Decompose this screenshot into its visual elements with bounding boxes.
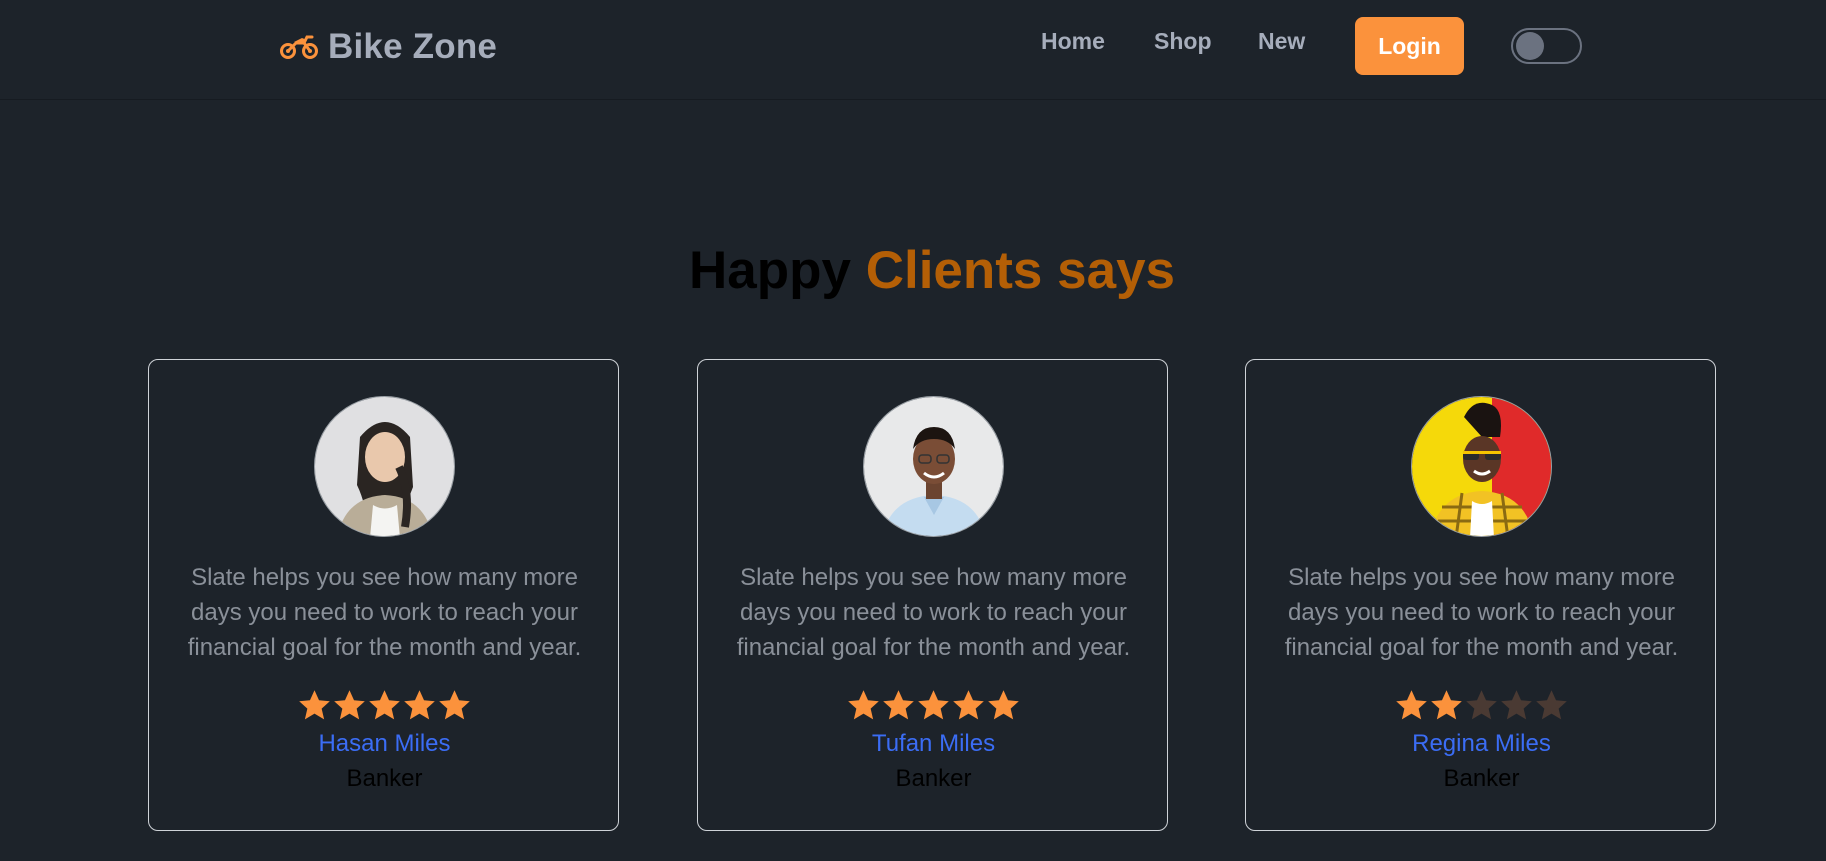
client-name: Hasan Miles: [318, 730, 451, 757]
star-filled-icon: [334, 690, 365, 720]
avatar: [314, 396, 455, 537]
star-filled-icon: [439, 690, 470, 720]
portrait-woman-yellow-red-background: [1412, 397, 1551, 536]
nav-new-link[interactable]: New: [1258, 28, 1305, 55]
brand-name: Bike Zone: [328, 27, 498, 66]
star-filled-icon: [299, 690, 330, 720]
star-filled-icon: [883, 690, 914, 720]
portrait-man-light-background: [864, 397, 1003, 536]
star-filled-icon: [404, 690, 435, 720]
brand-logo[interactable]: Bike Zone: [280, 22, 497, 72]
client-role: Banker: [1443, 765, 1520, 792]
testimonial-quote: Slate helps you see how many more days y…: [736, 564, 1131, 661]
star-empty-icon: [1536, 690, 1567, 720]
testimonial-card: Slate helps you see how many more days y…: [1245, 359, 1716, 831]
star-empty-icon: [1466, 690, 1497, 720]
star-empty-icon: [1501, 690, 1532, 720]
star-filled-icon: [918, 690, 949, 720]
motorcycle-icon: [280, 34, 318, 60]
portrait-woman-gray-background: [315, 397, 454, 536]
login-button[interactable]: Login: [1355, 17, 1464, 75]
client-name: Tufan Miles: [871, 730, 996, 757]
nav-home-link[interactable]: Home: [1041, 28, 1105, 55]
testimonial-card: Slate helps you see how many more days y…: [148, 359, 619, 831]
star-rating: [1246, 688, 1717, 723]
nav-shop-link[interactable]: Shop: [1154, 28, 1212, 55]
section-title-part1: Happy: [688, 241, 851, 300]
star-filled-icon: [988, 690, 1019, 720]
section-title-part2: Clients says: [865, 241, 1176, 300]
star-filled-icon: [848, 690, 879, 720]
testimonial-card: Slate helps you see how many more days y…: [697, 359, 1168, 831]
star-filled-icon: [953, 690, 984, 720]
star-filled-icon: [369, 690, 400, 720]
section-title: Happy Clients says: [0, 240, 1826, 301]
theme-toggle[interactable]: [1511, 28, 1582, 64]
avatar: [1411, 396, 1552, 537]
client-name: Regina Miles: [1412, 730, 1551, 757]
avatar: [863, 396, 1004, 537]
client-role: Banker: [346, 765, 423, 792]
client-role: Banker: [895, 765, 972, 792]
testimonial-quote: Slate helps you see how many more days y…: [1284, 564, 1679, 661]
navbar: Bike Zone Home Shop New Login: [0, 0, 1826, 100]
testimonial-quote: Slate helps you see how many more days y…: [187, 564, 582, 661]
star-filled-icon: [1396, 690, 1427, 720]
star-filled-icon: [1431, 690, 1462, 720]
toggle-knob: [1516, 32, 1544, 60]
star-rating: [149, 688, 620, 723]
star-rating: [698, 688, 1169, 723]
